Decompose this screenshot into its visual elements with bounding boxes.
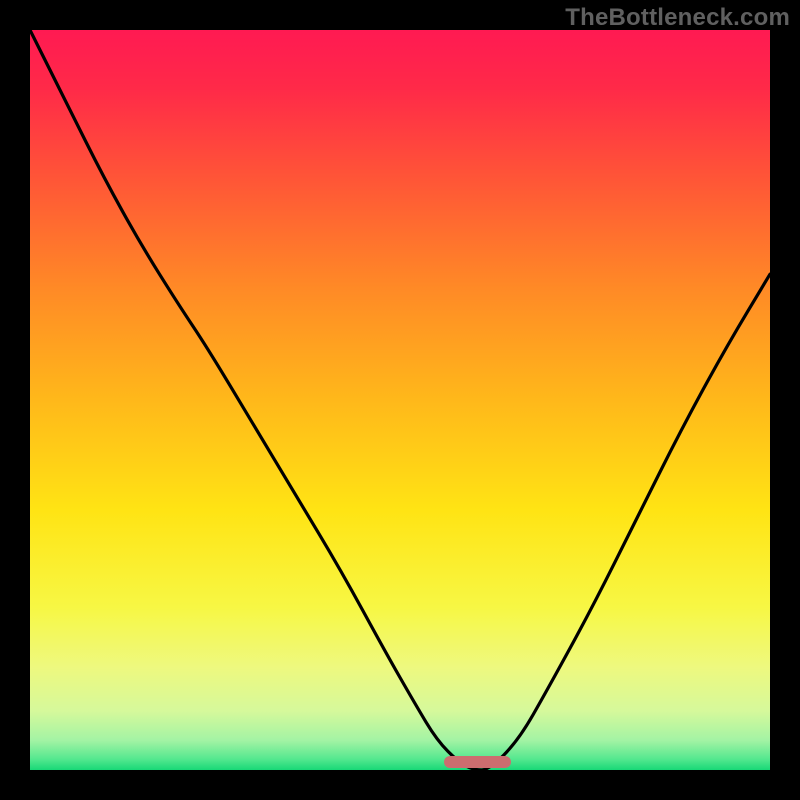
chart-frame: TheBottleneck.com xyxy=(0,0,800,800)
plot-area xyxy=(30,30,770,770)
optimal-range-marker xyxy=(444,756,511,768)
bottleneck-curve xyxy=(30,30,770,770)
attribution-text: TheBottleneck.com xyxy=(565,4,790,32)
